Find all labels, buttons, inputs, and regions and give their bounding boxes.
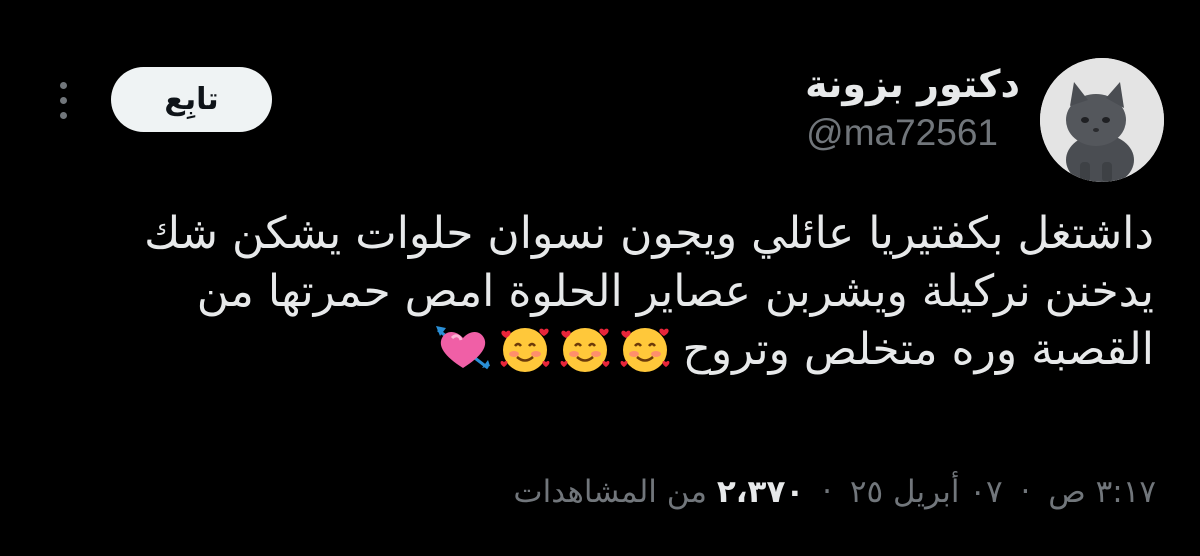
tweet-time[interactable]: ٣:١٧ ص xyxy=(1048,474,1156,510)
tweet-meta: ٣:١٧ ص · ٠٧ أبريل ٢٥ · ٢،٣٧٠ من المشاهدا… xyxy=(513,474,1156,510)
author-handle[interactable]: @ma72561 xyxy=(806,112,998,154)
follow-button-label: تابِع xyxy=(164,82,219,117)
tweet-text: داشتغل بكفتيريا عائلي ويجون نسوان حلوات … xyxy=(34,205,1154,379)
tweet-date[interactable]: ٠٧ أبريل ٢٥ xyxy=(850,474,1003,510)
views-count[interactable]: ٢،٣٧٠ xyxy=(717,474,804,510)
tweet-text-line: داشتغل بكفتيريا عائلي ويجون نسوان حلوات … xyxy=(144,208,1154,259)
kitten-avatar-icon xyxy=(1040,58,1164,182)
tweet-text-line: القصبة وره متخلص وتروح xyxy=(34,321,1154,379)
heart-with-arrow-icon xyxy=(436,326,491,370)
tweet-text-segment: القصبة وره متخلص وتروح xyxy=(682,324,1154,375)
emoji-group xyxy=(434,322,672,374)
smiling-face-with-hearts-icon xyxy=(560,328,610,372)
views-label: من المشاهدات xyxy=(513,474,707,510)
avatar[interactable] xyxy=(1040,58,1164,182)
smiling-face-with-hearts-icon xyxy=(500,328,550,372)
author-display-name[interactable]: دكتور بزونة xyxy=(805,62,1020,106)
tweet-text-line: يدخنن نركيلة ويشربن عصاير الحلوة امص حمر… xyxy=(196,266,1154,317)
meta-separator: · xyxy=(1020,474,1031,510)
meta-separator: · xyxy=(822,474,833,510)
more-vertical-icon-dot xyxy=(59,111,67,119)
more-options-button[interactable] xyxy=(48,72,78,128)
tweet-card: دكتور بزونة @ma72561 تابِع داشتغل بكفتير… xyxy=(0,0,1200,556)
more-vertical-icon-dot xyxy=(59,96,67,104)
more-vertical-icon xyxy=(59,81,67,89)
smiling-face-with-hearts-icon xyxy=(620,328,670,372)
follow-button[interactable]: تابِع xyxy=(111,67,272,132)
